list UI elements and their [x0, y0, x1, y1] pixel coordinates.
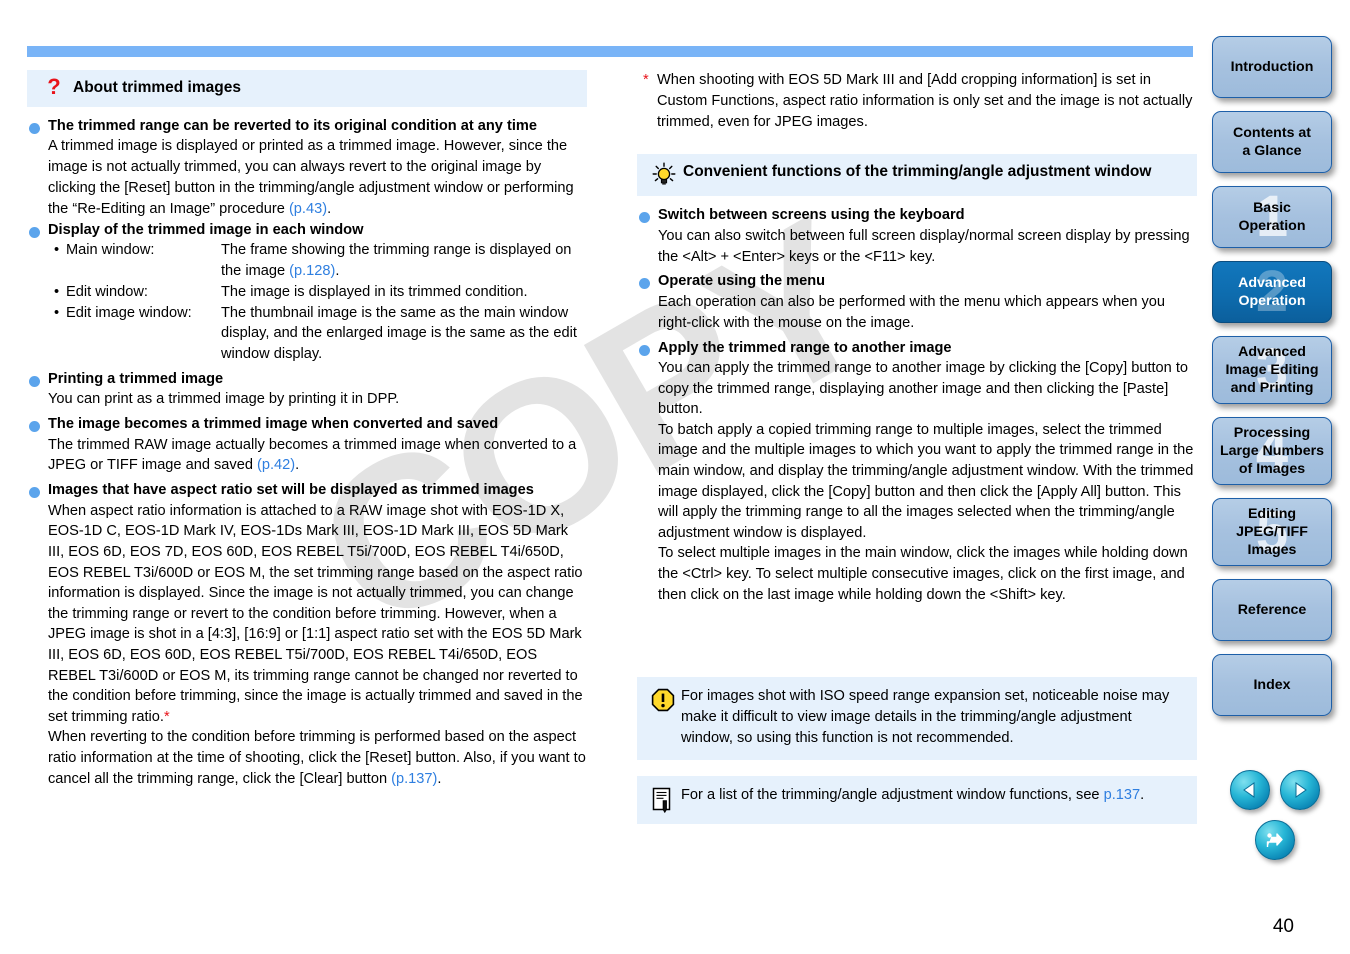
previous-page-button[interactable] [1230, 770, 1270, 810]
bullet-heading: Printing a trimmed image [27, 370, 587, 390]
bullet-heading: Operate using the menu [637, 272, 1197, 292]
definition-desc-post: . [335, 262, 340, 279]
sidebar-tab-contents-at-a-glance[interactable]: Contents at a Glance [1212, 111, 1332, 173]
sidebar-tab-label: Contents at a Glance [1232, 125, 1312, 159]
bullet-heading: Display of the trimmed image in each win… [27, 221, 587, 241]
sidebar-tab-introduction[interactable]: Introduction [1212, 36, 1332, 98]
body-text-post: . [327, 200, 332, 217]
bullet-item: The image becomes a trimmed image when c… [27, 415, 587, 476]
left-column: ? About trimmed images The trimmed range… [27, 70, 587, 790]
bullet-heading: Apply the trimmed range to another image [637, 339, 1197, 359]
caution-box: For images shot with ISO speed range exp… [637, 677, 1197, 760]
bullet-item: Operate using the menu Each operation ca… [637, 272, 1197, 333]
band-title: About trimmed images [73, 79, 241, 96]
body-text-pre: The trimmed RAW image actually becomes a… [48, 436, 577, 474]
page-reference-link[interactable]: (p.128) [289, 263, 335, 279]
definition-row: • Main window: The frame showing the tri… [27, 240, 587, 282]
sidebar-tab-label: Index [1253, 677, 1291, 693]
bullet-body: You can also switch between full screen … [658, 227, 1190, 265]
footnote-marker: * [643, 72, 649, 88]
bullet-heading: The image becomes a trimmed image when c… [27, 415, 587, 435]
page-number: 40 [1272, 916, 1294, 937]
note-box: For a list of the trimming/angle adjustm… [637, 775, 1197, 824]
dash-bullet-icon: • [54, 283, 60, 300]
bullet-item: Switch between screens using the keyboar… [637, 206, 1197, 267]
sidebar-tab-label: Advanced Image Editing and Printing [1225, 344, 1319, 396]
dash-bullet-icon: • [54, 304, 60, 321]
triangle-right-icon [1295, 782, 1307, 798]
note-text: For a list of the trimming/angle adjustm… [681, 785, 1187, 813]
sidebar-tab-index[interactable]: Index [1212, 654, 1332, 716]
bullet-body: When aspect ratio information is attache… [27, 501, 587, 728]
note-text-pre: For a list of the trimming/angle adjustm… [681, 786, 1104, 803]
definition-desc: The thumbnail image is the same as the m… [221, 304, 577, 363]
definition-desc: The frame showing the trimming range is … [221, 240, 587, 282]
bullet-item: Images that have aspect ratio set will b… [27, 481, 587, 789]
sidebar-tab-label: Editing JPEG/TIFF Images [1236, 506, 1308, 558]
sidebar-tab-editing-jpeg-tiff-images[interactable]: 5 Editing JPEG/TIFF Images [1212, 498, 1332, 566]
sidebar-tab-label: Processing Large Numbers of Images [1219, 425, 1325, 477]
sidebar-tab-reference[interactable]: Reference [1212, 579, 1332, 641]
caution-text: For images shot with ISO speed range exp… [681, 688, 1170, 746]
return-button[interactable] [1255, 820, 1295, 860]
bullet-item: The trimmed range can be reverted to its… [27, 117, 587, 220]
page-reference-link[interactable]: (p.42) [257, 457, 295, 473]
footnote: * When shooting with EOS 5D Mark III and… [637, 70, 1197, 132]
document-page: COPY ? About trimmed images The trimmed … [0, 0, 1350, 954]
definition-row: • Edit window: The image is displayed in… [27, 282, 587, 303]
bullet-item: Apply the trimmed range to another image… [637, 339, 1197, 606]
about-trimmed-images-band: ? About trimmed images [27, 70, 587, 107]
bullet-body-second-paragraph: When reverting to the condition before t… [27, 727, 587, 789]
note-icon [645, 785, 681, 813]
body-text-pre: When aspect ratio information is attache… [48, 502, 583, 725]
sidebar-tab-advanced-operation[interactable]: 2 Advanced Operation [1212, 261, 1332, 323]
triangle-left-icon [1243, 782, 1255, 798]
right-column: * When shooting with EOS 5D Mark III and… [637, 70, 1197, 824]
bullet-heading: Switch between screens using the keyboar… [637, 206, 1197, 226]
band-title: Convenient functions of the trimming/ang… [683, 163, 1152, 181]
sidebar-tab-label: Advanced Operation [1238, 275, 1306, 309]
definition-term: Edit window: [66, 283, 148, 300]
bullet-heading: The trimmed range can be reverted to its… [27, 117, 587, 137]
footnote-text: When shooting with EOS 5D Mark III and [… [657, 72, 1193, 130]
definition-term: Main window: [66, 242, 155, 259]
return-arrow-icon [1266, 833, 1283, 847]
page-navigation-controls [1212, 770, 1338, 860]
sidebar-tab-basic-operation[interactable]: 1 Basic Operation [1212, 186, 1332, 248]
warning-icon [645, 686, 681, 748]
note-text-post: . [1140, 786, 1145, 803]
lightbulb-icon [645, 161, 683, 188]
sidebar-tab-label: Reference [1237, 602, 1307, 618]
bullet-item: Printing a trimmed image You can print a… [27, 370, 587, 410]
sidebar-tab-processing-large-numbers-of-images[interactable]: 4 Processing Large Numbers of Images [1212, 417, 1332, 485]
definition-term: Edit image window: [66, 304, 192, 321]
definition-desc: The image is displayed in its trimmed co… [221, 283, 528, 300]
definition-row: • Edit image window: The thumbnail image… [27, 303, 587, 365]
page-reference-link[interactable]: p.137 [1104, 787, 1141, 803]
body-text-post: . [437, 770, 442, 787]
bullet-body: The trimmed RAW image actually becomes a… [27, 435, 587, 477]
convenient-functions-band: Convenient functions of the trimming/ang… [637, 154, 1197, 197]
bullet-body: You can print as a trimmed image by prin… [48, 391, 400, 408]
footnote-marker: * [163, 708, 170, 725]
page-reference-link[interactable]: (p.43) [289, 201, 327, 217]
header-rule [27, 46, 1193, 57]
dash-bullet-icon: • [54, 242, 60, 259]
sidebar-tab-label: Basic Operation [1238, 200, 1306, 234]
body-text-pre: When reverting to the condition before t… [48, 729, 586, 787]
definition-desc-pre: The frame showing the trimming range is … [221, 242, 572, 279]
bullet-body: You can apply the trimmed range to anoth… [658, 360, 1194, 603]
bullet-heading: Images that have aspect ratio set will b… [27, 481, 587, 501]
question-mark-icon: ? [47, 74, 61, 99]
bullet-body: Each operation can also be performed wit… [658, 293, 1166, 331]
body-text-post: . [295, 457, 300, 474]
sidebar-tab-label: Introduction [1230, 59, 1314, 75]
page-reference-link[interactable]: (p.137) [391, 771, 437, 787]
bullet-body: A trimmed image is displayed or printed … [27, 136, 587, 219]
sidebar-tab-advanced-image-editing-and-printing[interactable]: 3 Advanced Image Editing and Printing [1212, 336, 1332, 404]
next-page-button[interactable] [1280, 770, 1320, 810]
bullet-item: Display of the trimmed image in each win… [27, 221, 587, 365]
chapter-tab-sidebar: Introduction Contents at a Glance 1 Basi… [1212, 36, 1338, 729]
